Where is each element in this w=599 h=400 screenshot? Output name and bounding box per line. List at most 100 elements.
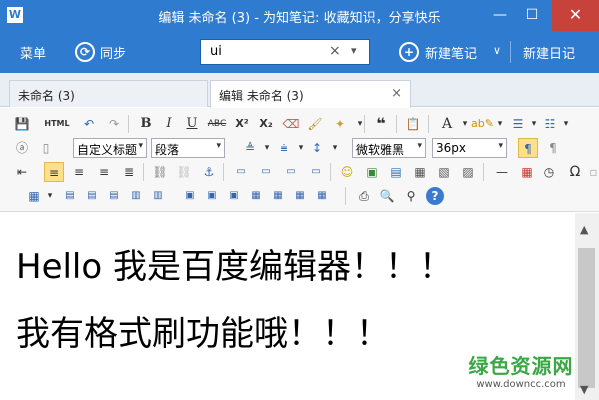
eraser-icon[interactable]: ⌫	[281, 114, 301, 134]
subscript-button[interactable]: X₂	[256, 114, 276, 134]
emoticon-icon[interactable]: ☺	[337, 162, 357, 182]
font-color-button[interactable]: A	[437, 114, 457, 134]
redo-icon[interactable]: ↷	[104, 114, 124, 134]
delete-table-icon[interactable]: ▤	[60, 186, 80, 206]
undo-icon[interactable]: ↶	[79, 114, 99, 134]
template-icon[interactable]: ▫	[588, 162, 599, 182]
tab-edit-note[interactable]: 编辑 未命名 (3) ×	[210, 80, 411, 108]
split-rows-icon[interactable]: ▦	[268, 186, 288, 206]
image-icon[interactable]: ▣	[362, 162, 382, 182]
document-icon[interactable]: ▯	[36, 138, 56, 158]
row-spacing-icon[interactable]: ↕	[307, 138, 327, 158]
watermark: 绿色资源网 www.downcc.com	[466, 350, 576, 390]
scroll-down-icon[interactable]: ▼	[580, 383, 588, 396]
underline-button[interactable]: U	[182, 114, 202, 134]
save-icon[interactable]: 💾	[12, 114, 32, 134]
font-size-value: 36px	[436, 141, 466, 155]
merge-cells-icon[interactable]: ▣	[180, 186, 200, 206]
image-left-icon[interactable]: ▭	[256, 162, 276, 182]
chevron-down-icon[interactable]: ▾	[556, 114, 576, 134]
paragraph-style-value: 自定义标题	[77, 143, 138, 157]
sync-button[interactable]: ⟳ 同步	[75, 39, 126, 65]
sync-icon: ⟳	[75, 42, 95, 62]
map-icon[interactable]: ▨	[458, 162, 478, 182]
horizontal-rule-icon[interactable]: —	[492, 162, 512, 182]
delete-col-icon[interactable]: ▥	[148, 186, 168, 206]
paste-icon[interactable]: 📋	[403, 114, 423, 134]
new-note-button[interactable]: + 新建笔记	[399, 39, 477, 65]
maximize-button[interactable]: ☐	[517, 0, 547, 31]
paragraph-style-select[interactable]: 自定义标题 ▾	[73, 138, 147, 158]
insert-col-icon[interactable]: ▥	[126, 186, 146, 206]
vertical-scrollbar[interactable]: ▲ ▼	[575, 213, 599, 400]
menu-button[interactable]: 菜单	[20, 43, 46, 62]
split-cols-icon[interactable]: ▦	[290, 186, 310, 206]
html-source-button[interactable]: HTML	[44, 114, 70, 134]
align-right-button[interactable]: ≡	[94, 162, 114, 182]
split-cells-icon[interactable]: ▦	[246, 186, 266, 206]
image-center-icon[interactable]: ▭	[306, 162, 326, 182]
preview-icon[interactable]: 🔍	[377, 186, 397, 206]
rtl-direction-button[interactable]: ¶	[543, 138, 563, 158]
indent-icon[interactable]: ⇤	[12, 162, 32, 182]
tab-label: 编辑 未命名 (3)	[219, 89, 304, 103]
sync-label: 同步	[100, 46, 127, 62]
ltr-direction-button[interactable]: ¶	[518, 138, 538, 158]
close-button[interactable]: ✕	[552, 0, 599, 31]
print-icon[interactable]: ⎙	[354, 186, 374, 206]
chevron-down-icon[interactable]: ▾	[490, 114, 510, 134]
chevron-down-icon[interactable]: ▾	[325, 138, 345, 158]
minimize-button[interactable]: —	[485, 0, 515, 31]
merge-down-icon[interactable]: ▣	[224, 186, 244, 206]
table-props-icon[interactable]: ▦	[312, 186, 332, 206]
font-size-select[interactable]: 36px ▾	[432, 138, 507, 158]
merge-right-icon[interactable]: ▣	[202, 186, 222, 206]
blockquote-button[interactable]: ❝	[371, 114, 391, 134]
attachment-icon[interactable]: ▧	[434, 162, 454, 182]
block-format-select[interactable]: 段落 ▾	[151, 138, 225, 158]
content-line-1: Hello 我是百度编辑器！！！	[16, 247, 453, 287]
image-right-icon[interactable]: ▭	[281, 162, 301, 182]
format-brush-icon[interactable]: 🖌	[305, 114, 325, 134]
chevron-down-icon[interactable]: ▾	[40, 186, 60, 206]
superscript-button[interactable]: X²	[232, 114, 252, 134]
font-family-select[interactable]: 微软雅黑 ▾	[352, 138, 426, 158]
new-note-dropdown-icon[interactable]: ∨	[493, 44, 501, 57]
date-icon[interactable]: ▦	[517, 162, 537, 182]
toolbar-separator	[396, 115, 397, 133]
chevron-down-icon[interactable]: ▾	[350, 114, 370, 134]
find-replace-icon[interactable]: ⚲	[401, 186, 421, 206]
align-center-button[interactable]: ≡	[69, 162, 89, 182]
special-chars-button[interactable]: Ω	[565, 162, 585, 182]
insert-row-icon[interactable]: ▤	[82, 186, 102, 206]
scroll-thumb[interactable]	[578, 248, 595, 388]
chevron-down-icon: ▾	[138, 141, 143, 151]
highlight-color-icon[interactable]: ab✎	[471, 114, 494, 134]
clear-search-icon[interactable]: ×	[329, 43, 341, 59]
new-diary-button[interactable]: 新建日记	[523, 43, 575, 62]
align-left-button[interactable]: ≡	[44, 162, 64, 182]
search-input[interactable]: ui × ▾	[200, 39, 370, 65]
align-justify-button[interactable]: ≣	[119, 162, 139, 182]
chevron-down-icon: ▾	[417, 141, 422, 151]
toolbar-separator	[330, 163, 331, 181]
image-none-icon[interactable]: ▭	[231, 162, 251, 182]
format-icon[interactable]: ⓐ	[12, 138, 32, 158]
delete-row-icon[interactable]: ▤	[104, 186, 124, 206]
search-dropdown-icon[interactable]: ▾	[351, 44, 357, 57]
italic-button[interactable]: I	[159, 114, 179, 134]
unlink-icon[interactable]: ⛓	[174, 162, 194, 182]
insert-image-icon[interactable]: ▤	[386, 162, 406, 182]
strikethrough-button[interactable]: ABC	[205, 114, 229, 134]
link-icon[interactable]: ⛓	[150, 162, 170, 182]
tab-label: 未命名 (3)	[18, 89, 75, 103]
magic-wand-icon[interactable]: ✦	[330, 114, 350, 134]
scroll-up-icon[interactable]: ▲	[580, 223, 588, 236]
tab-note[interactable]: 未命名 (3)	[9, 80, 208, 107]
video-icon[interactable]: ▦	[410, 162, 430, 182]
anchor-icon[interactable]: ⚓	[199, 162, 219, 182]
tab-close-icon[interactable]: ×	[391, 86, 402, 101]
help-icon[interactable]: ?	[426, 187, 444, 205]
bold-button[interactable]: B	[136, 114, 156, 134]
time-icon[interactable]: ◷	[539, 162, 559, 182]
